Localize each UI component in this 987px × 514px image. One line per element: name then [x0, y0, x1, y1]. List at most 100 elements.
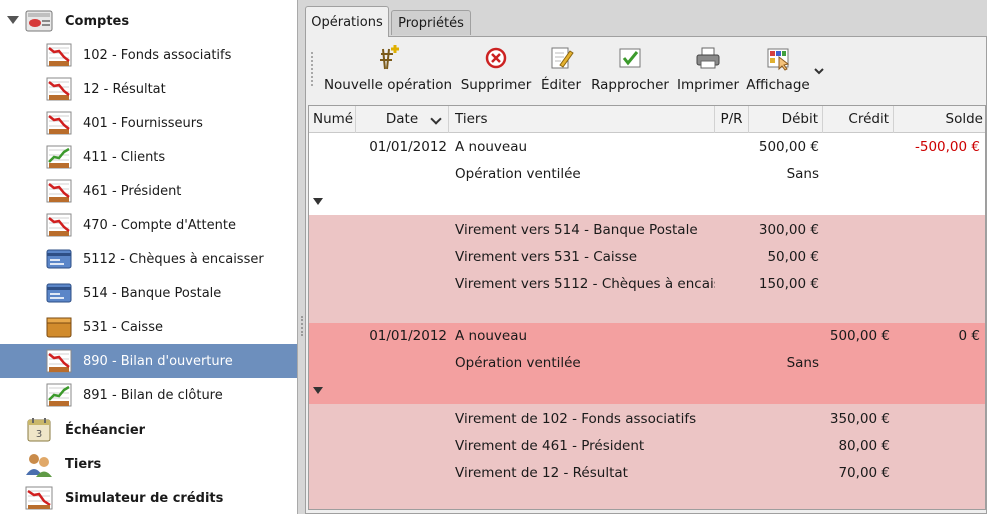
expander-open-icon[interactable]	[7, 16, 19, 24]
header-label: Solde	[945, 111, 983, 127]
split-note-value: Sans	[786, 166, 819, 182]
print-button[interactable]: Imprimer	[676, 43, 740, 97]
new-operation-button[interactable]: Nouvelle opération	[324, 43, 452, 97]
header-label: Débit	[781, 111, 818, 127]
tiers-cell: A nouveau	[455, 328, 528, 344]
tab-proprietes[interactable]: Propriétés	[391, 10, 471, 35]
column-header-credit[interactable]: Crédit	[823, 106, 894, 133]
tree-item-simulateur[interactable]: Simulateur de crédits	[0, 481, 297, 514]
tree-item-comptes[interactable]: Comptes	[0, 4, 297, 38]
split-group: Virement vers 514 - Banque Postale 300,0…	[309, 215, 985, 323]
tree-item-account[interactable]: 461 - Président	[0, 174, 297, 208]
split-row[interactable]: Virement vers 514 - Banque Postale 300,0…	[309, 217, 985, 244]
operation-row-selected[interactable]: 01/01/2012 A nouveau 500,00 € 0 € Opérat…	[309, 323, 985, 404]
debit-cell: 500,00 €	[758, 139, 819, 155]
reconcile-icon	[619, 48, 641, 68]
tree-item-label: 891 - Bilan de clôture	[83, 387, 223, 403]
debit-cell: 300,00 €	[758, 222, 819, 238]
tree-item-account[interactable]: 890 - Bilan d'ouverture	[0, 344, 297, 378]
tree-item-account[interactable]: 5112 - Chèques à encaisser	[0, 242, 297, 276]
split-row[interactable]: Virement de 461 - Président 80,00 €	[309, 433, 985, 460]
split-row[interactable]: Virement vers 531 - Caisse 50,00 €	[309, 244, 985, 271]
chevron-down-icon[interactable]	[812, 64, 826, 78]
delete-icon	[485, 47, 507, 69]
column-header-date[interactable]: Date	[356, 106, 449, 133]
toolbar-label: Nouvelle opération	[323, 77, 453, 93]
card-icon	[46, 283, 72, 303]
tree-item-label: 890 - Bilan d'ouverture	[83, 353, 233, 369]
credit-cell: 350,00 €	[829, 411, 890, 427]
printer-icon	[696, 47, 720, 69]
accounts-folder-icon	[25, 10, 53, 32]
tree-item-account[interactable]: 531 - Caisse	[0, 310, 297, 344]
tree-item-label: 5112 - Chèques à encaisser	[83, 251, 264, 267]
toolbar-label: Rapprocher	[591, 77, 669, 93]
tree-item-label: 514 - Banque Postale	[83, 285, 222, 301]
split-note-cell: Opération ventilée	[455, 355, 581, 371]
toolbar-handle[interactable]	[311, 52, 314, 86]
split-row[interactable]: Virement de 12 - Résultat 70,00 €	[309, 460, 985, 487]
toolbar-label: Imprimer	[676, 77, 739, 93]
column-header-pr[interactable]: P/R	[715, 106, 749, 133]
tree-item-account[interactable]: 411 - Clients	[0, 140, 297, 174]
debit-cell: 150,00 €	[758, 276, 819, 292]
tree-item-label: Échéancier	[65, 422, 146, 438]
tree-item-account[interactable]: 470 - Compte d'Attente	[0, 208, 297, 242]
tab-label: Propriétés	[398, 15, 464, 31]
chart-down-icon	[46, 111, 72, 135]
operation-row[interactable]: 01/01/2012 A nouveau 500,00 € -500,00 € …	[309, 134, 985, 215]
delete-button[interactable]: Supprimer	[458, 43, 534, 97]
column-header-debit[interactable]: Débit	[749, 106, 823, 133]
credit-cell: 500,00 €	[829, 328, 890, 344]
header-label: P/R	[720, 111, 743, 127]
tree-item-account[interactable]: 102 - Fonds associatifs	[0, 38, 297, 72]
operations-panel: Nouvelle opération Supprimer Éditer Rapp…	[305, 36, 987, 514]
sort-descending-icon	[430, 113, 442, 125]
toolbar-label: Éditer	[541, 77, 581, 93]
chart-down-icon	[46, 349, 72, 373]
tree-item-account[interactable]: 12 - Résultat	[0, 72, 297, 106]
header-label: Date	[385, 111, 419, 127]
tree-item-label: 470 - Compte d'Attente	[83, 217, 236, 233]
split-note-cell: Opération ventilée	[455, 166, 581, 182]
tiers-cell: A nouveau	[455, 139, 528, 155]
display-icon	[767, 48, 790, 71]
tree-item-label: 401 - Fournisseurs	[83, 115, 203, 131]
tree-item-label: 411 - Clients	[83, 149, 166, 165]
split-row[interactable]: Virement vers 5112 - Chèques à encaisser…	[309, 271, 985, 298]
expander-open-icon[interactable]	[313, 387, 323, 394]
split-note-value: Sans	[786, 355, 819, 371]
tab-operations[interactable]: Opérations	[305, 6, 389, 37]
chart-up-icon	[46, 383, 72, 407]
operations-table: Numé Date Tiers P/R Débit Crédit Solde 0…	[308, 105, 986, 510]
tree-item-tiers[interactable]: Tiers	[0, 447, 297, 481]
balance-cell: 0 €	[958, 328, 980, 344]
people-icon	[26, 454, 52, 477]
tree-item-account[interactable]: 891 - Bilan de clôture	[0, 378, 297, 412]
display-button[interactable]: Affichage	[745, 43, 811, 97]
column-header-tiers[interactable]: Tiers	[449, 106, 715, 133]
chart-down-icon	[25, 486, 53, 510]
cashbox-icon	[46, 317, 72, 338]
tab-label: Opérations	[311, 14, 383, 30]
tree-item-account[interactable]: 401 - Fournisseurs	[0, 106, 297, 140]
edit-icon	[551, 47, 574, 69]
reconcile-button[interactable]: Rapprocher	[590, 43, 670, 97]
column-header-solde[interactable]: Solde	[894, 106, 985, 133]
toolbar-label: Supprimer	[460, 77, 532, 93]
header-label: Tiers	[455, 111, 488, 127]
chart-down-icon	[46, 77, 72, 101]
chart-down-icon	[46, 43, 72, 67]
split-row[interactable]: Virement de 102 - Fonds associatifs 350,…	[309, 406, 985, 433]
tree-item-label: 12 - Résultat	[83, 81, 166, 97]
tree-item-echeancier[interactable]: 3 Échéancier	[0, 413, 297, 447]
debit-cell: 50,00 €	[767, 249, 819, 265]
column-header-num[interactable]: Numé	[309, 106, 356, 133]
credit-cell: 70,00 €	[838, 465, 890, 481]
new-operation-icon	[380, 45, 399, 70]
tree-item-account[interactable]: 514 - Banque Postale	[0, 276, 297, 310]
edit-button[interactable]: Éditer	[538, 43, 584, 97]
expander-open-icon[interactable]	[313, 198, 323, 205]
tree-item-label: 102 - Fonds associatifs	[83, 47, 232, 63]
tree-item-label: Comptes	[65, 13, 130, 29]
